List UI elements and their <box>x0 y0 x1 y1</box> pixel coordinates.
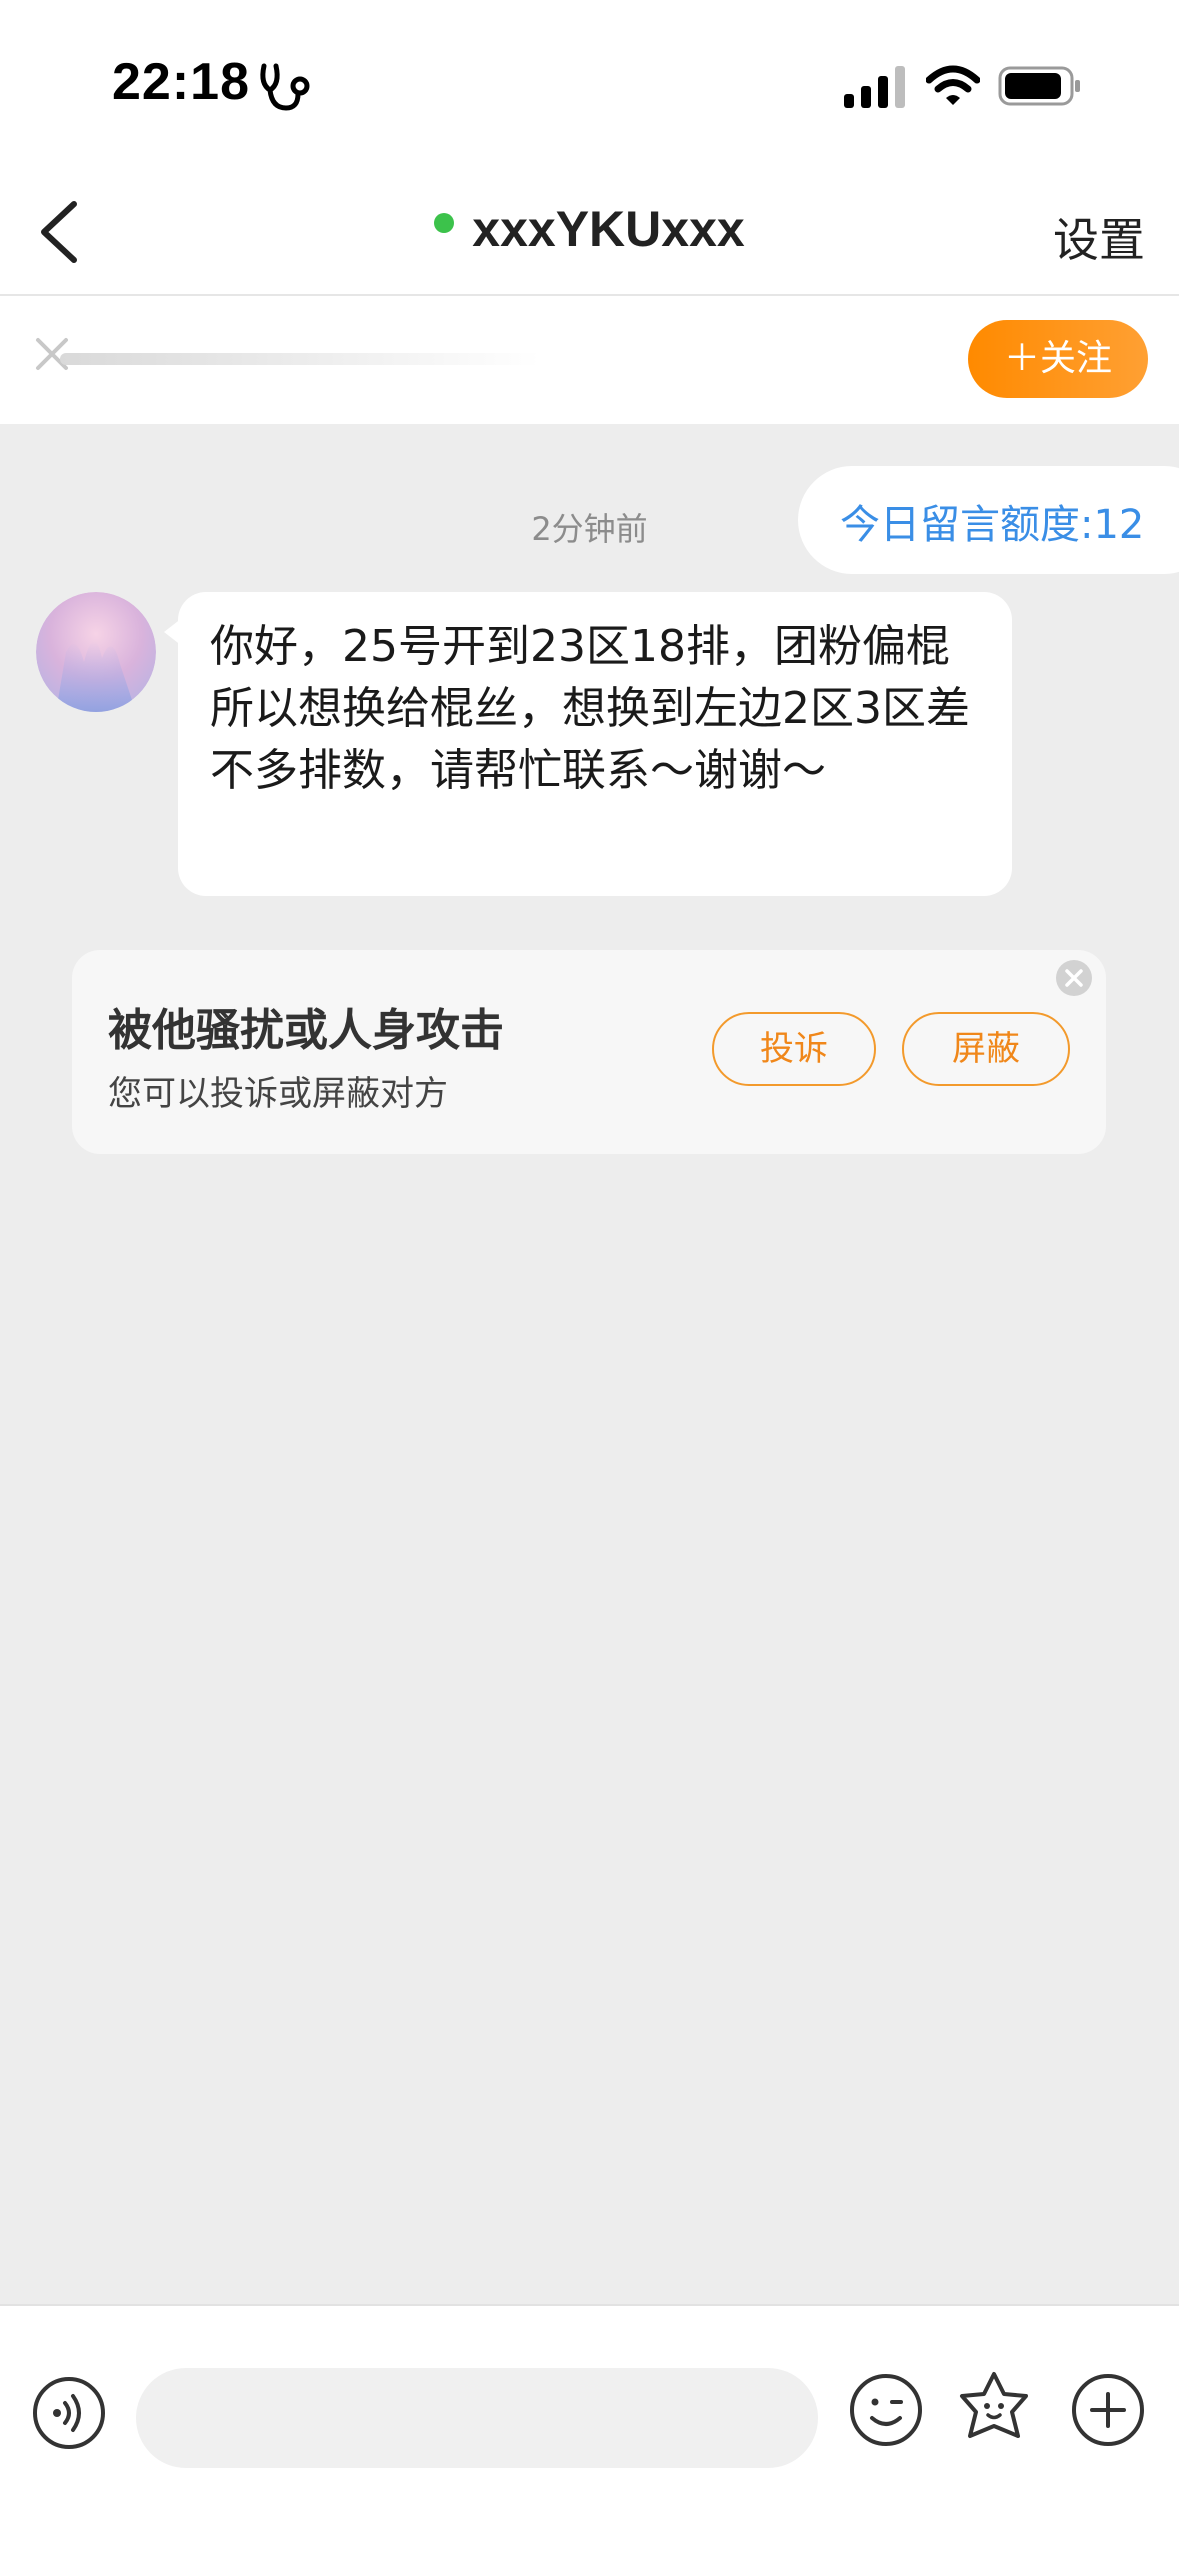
message-quota-badge[interactable]: 今日留言额度:12 <box>798 466 1179 574</box>
avatar[interactable] <box>36 592 156 712</box>
voice-icon[interactable] <box>32 2376 106 2450</box>
follow-bar: ＋关注 <box>0 296 1179 424</box>
avatar-image <box>36 592 156 712</box>
message-quota-label: 今日留言额度:12 <box>840 502 1145 548</box>
report-button[interactable]: 投诉 <box>712 1012 876 1086</box>
wifi-icon <box>926 65 980 105</box>
message-input[interactable] <box>136 2368 818 2468</box>
status-time: 22:18 <box>112 53 250 111</box>
close-icon[interactable] <box>1054 958 1094 998</box>
sticker-icon[interactable] <box>954 2368 1034 2448</box>
message-bubble[interactable]: 你好，25号开到23区18排，团粉偏棍所以想换给棍丝，想换到左边2区3区差不多排… <box>178 592 1012 896</box>
message-text: 你好，25号开到23区18排，团粉偏棍所以想换给棍丝，想换到左边2区3区差不多排… <box>210 621 970 796</box>
nav-title-group: xxxYKUxxx <box>0 200 1179 258</box>
harassment-notice-card: 被他骚扰或人身攻击 您可以投诉或屏蔽对方 投诉 屏蔽 <box>72 950 1106 1154</box>
settings-button[interactable]: 设置 <box>1053 204 1145 270</box>
follow-button[interactable]: ＋关注 <box>968 320 1148 398</box>
emoji-icon[interactable] <box>848 2372 924 2448</box>
page-title[interactable]: xxxYKUxxx <box>472 201 744 257</box>
harassment-notice-subtitle: 您可以投诉或屏蔽对方 <box>108 1074 448 1114</box>
plus-icon[interactable] <box>1070 2372 1146 2448</box>
input-bar <box>0 2304 1179 2558</box>
status-bar: 22:18 <box>0 0 1179 170</box>
online-status-dot <box>434 213 455 233</box>
harassment-notice-title: 被他骚扰或人身攻击 <box>108 1005 504 1056</box>
nav-bar: xxxYKUxxx 设置 <box>0 170 1179 296</box>
health-icon <box>260 63 310 111</box>
block-button[interactable]: 屏蔽 <box>902 1012 1070 1086</box>
follow-bar-placeholder <box>60 353 540 365</box>
cellular-signal-icon <box>844 66 905 108</box>
battery-icon <box>998 66 1080 106</box>
